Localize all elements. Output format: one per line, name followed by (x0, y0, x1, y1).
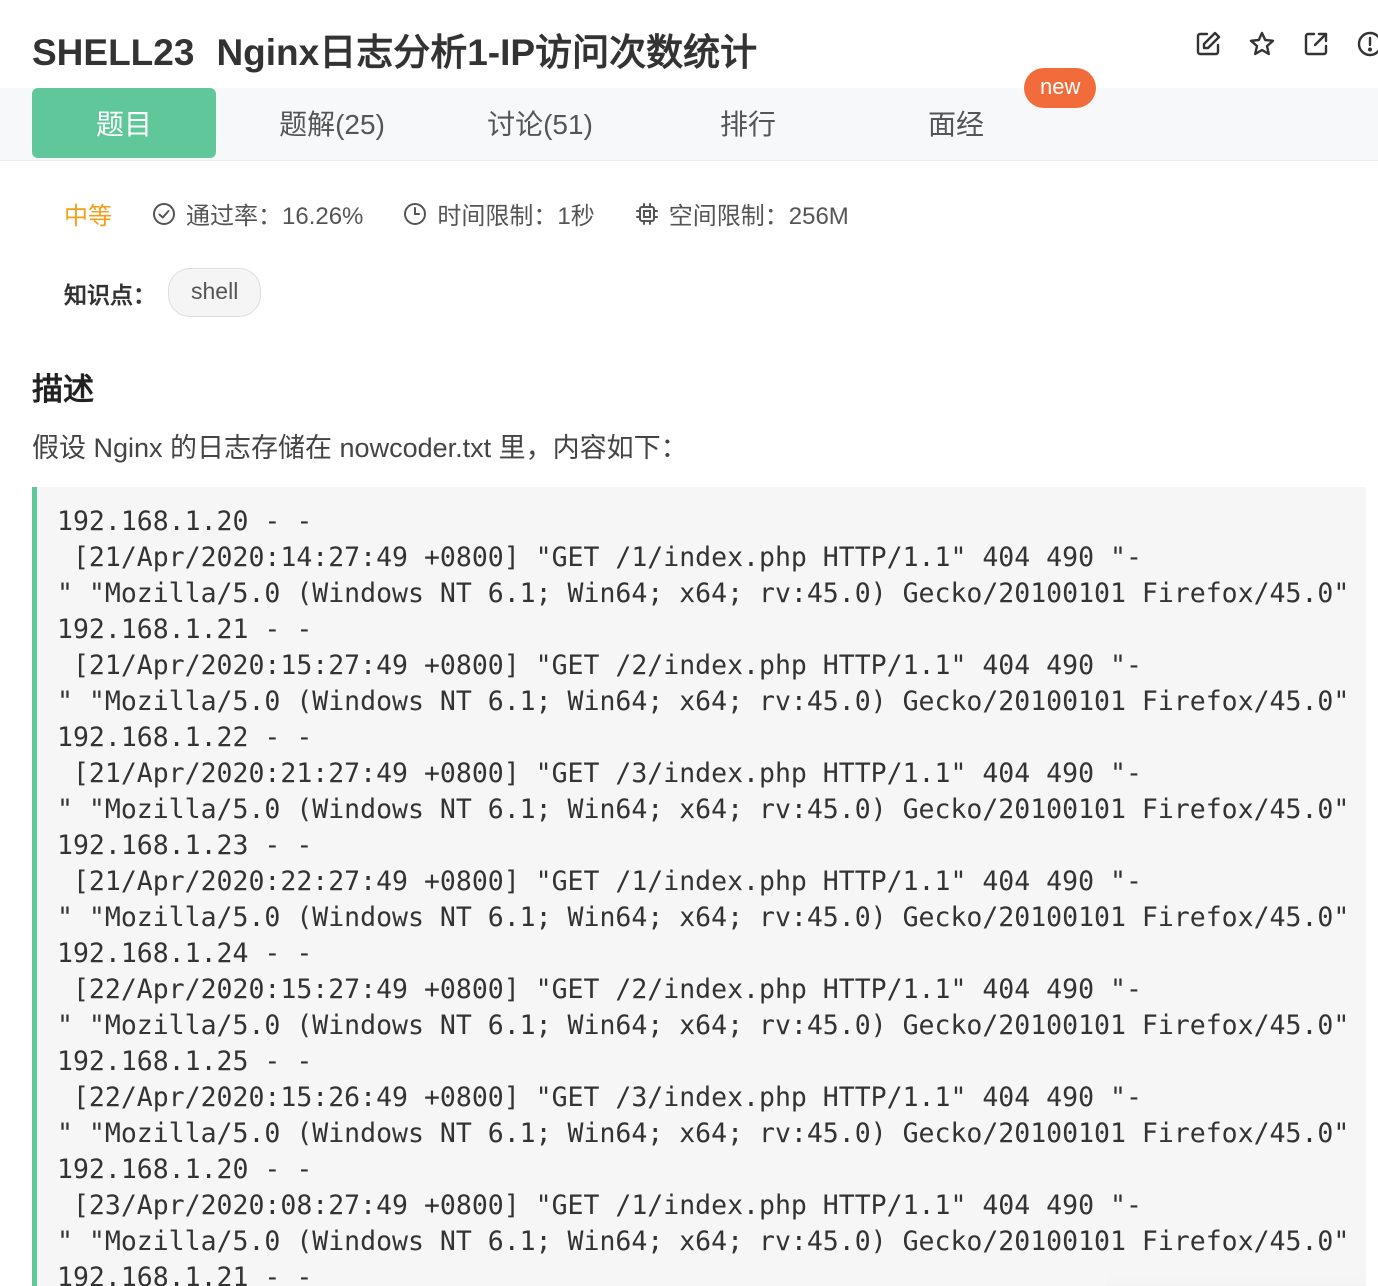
code-line: [23/Apr/2020:08:27:49 +0800] "GET /1/ind… (57, 1190, 1142, 1221)
code-line: [21/Apr/2020:22:27:49 +0800] "GET /1/ind… (57, 866, 1142, 897)
edit-icon[interactable] (1194, 30, 1222, 58)
code-line: 192.168.1.25 - - (57, 1046, 313, 1077)
code-line: [21/Apr/2020:14:27:49 +0800] "GET /1/ind… (57, 542, 1142, 573)
memory-limit: 空间限制：256M (635, 196, 849, 231)
tab-bar: 题目 题解(25) 讨论(51) 排行 面经 (0, 88, 1378, 161)
code-line: 192.168.1.20 - - (57, 1154, 313, 1185)
code-line: 192.168.1.21 - - (57, 614, 313, 645)
new-badge: new (1024, 68, 1097, 108)
code-line: 192.168.1.22 - - (57, 722, 313, 753)
tab-ranking[interactable]: 排行 (656, 88, 840, 158)
code-line: 192.168.1.20 - - (57, 506, 313, 537)
code-line: [21/Apr/2020:21:27:49 +0800] "GET /3/ind… (57, 758, 1142, 789)
code-content: 192.168.1.20 - - [21/Apr/2020:14:27:49 +… (37, 487, 1366, 1286)
code-line: [22/Apr/2020:15:27:49 +0800] "GET /2/ind… (57, 974, 1142, 1005)
knowledge-tag[interactable]: shell (168, 268, 262, 317)
problem-title: Nginx日志分析1-IP访问次数统计 (216, 32, 758, 73)
star-icon[interactable] (1248, 30, 1276, 58)
description-heading: 描述 (32, 372, 94, 407)
title-bar: SHELL23 Nginx日志分析1-IP访问次数统计 (0, 0, 1378, 88)
tab-solutions[interactable]: 题解(25) (240, 88, 424, 158)
chip-icon (635, 202, 658, 225)
check-circle-icon (153, 202, 175, 225)
code-line: [22/Apr/2020:15:26:49 +0800] "GET /3/ind… (57, 1082, 1142, 1113)
problem-meta: 中等 通过率：16.26% 时间限制：1秒 空间限制：256M (64, 196, 889, 231)
code-line: " "Mozilla/5.0 (Windows NT 6.1; Win64; x… (57, 578, 1350, 609)
clock-icon (404, 202, 427, 225)
code-line: 192.168.1.21 - - (57, 1262, 313, 1286)
code-line: " "Mozilla/5.0 (Windows NT 6.1; Win64; x… (57, 1226, 1350, 1257)
problem-page: SHELL23 Nginx日志分析1-IP访问次数统计 题目 题解(25) 讨论… (0, 0, 1378, 1286)
knowledge-label: 知识点： (64, 281, 156, 308)
info-icon[interactable] (1356, 30, 1378, 58)
code-line: 192.168.1.23 - - (57, 830, 313, 861)
toolbar (1194, 30, 1378, 58)
memory-limit-text: 空间限制：256M (668, 203, 849, 230)
share-icon[interactable] (1302, 30, 1330, 58)
tab-interview[interactable]: 面经 (864, 88, 1048, 158)
code-line: " "Mozilla/5.0 (Windows NT 6.1; Win64; x… (57, 1010, 1350, 1041)
description-text: 假设 Nginx 的日志存储在 nowcoder.txt 里，内容如下： (32, 433, 688, 463)
pass-rate: 通过率：16.26% (152, 196, 363, 231)
pass-rate-text: 通过率：16.26% (186, 203, 364, 230)
tab-problem[interactable]: 题目 (32, 88, 216, 158)
code-line: " "Mozilla/5.0 (Windows NT 6.1; Win64; x… (57, 1118, 1350, 1149)
code-line: " "Mozilla/5.0 (Windows NT 6.1; Win64; x… (57, 902, 1350, 933)
difficulty-label: 中等 (64, 203, 112, 230)
code-line: [21/Apr/2020:15:27:49 +0800] "GET /2/ind… (57, 650, 1142, 681)
code-block: 192.168.1.20 - - [21/Apr/2020:14:27:49 +… (32, 487, 1366, 1286)
knowledge-points: 知识点： shell (64, 268, 262, 317)
code-line: 192.168.1.24 - - (57, 938, 313, 969)
time-limit: 时间限制：1秒 (403, 196, 595, 231)
problem-id: SHELL23 (32, 32, 195, 73)
tab-discussion[interactable]: 讨论(51) (448, 88, 632, 158)
page-title: SHELL23 Nginx日志分析1-IP访问次数统计 (32, 22, 757, 76)
code-line: " "Mozilla/5.0 (Windows NT 6.1; Win64; x… (57, 686, 1350, 717)
code-line: " "Mozilla/5.0 (Windows NT 6.1; Win64; x… (57, 794, 1350, 825)
time-limit-text: 时间限制：1秒 (437, 203, 595, 230)
